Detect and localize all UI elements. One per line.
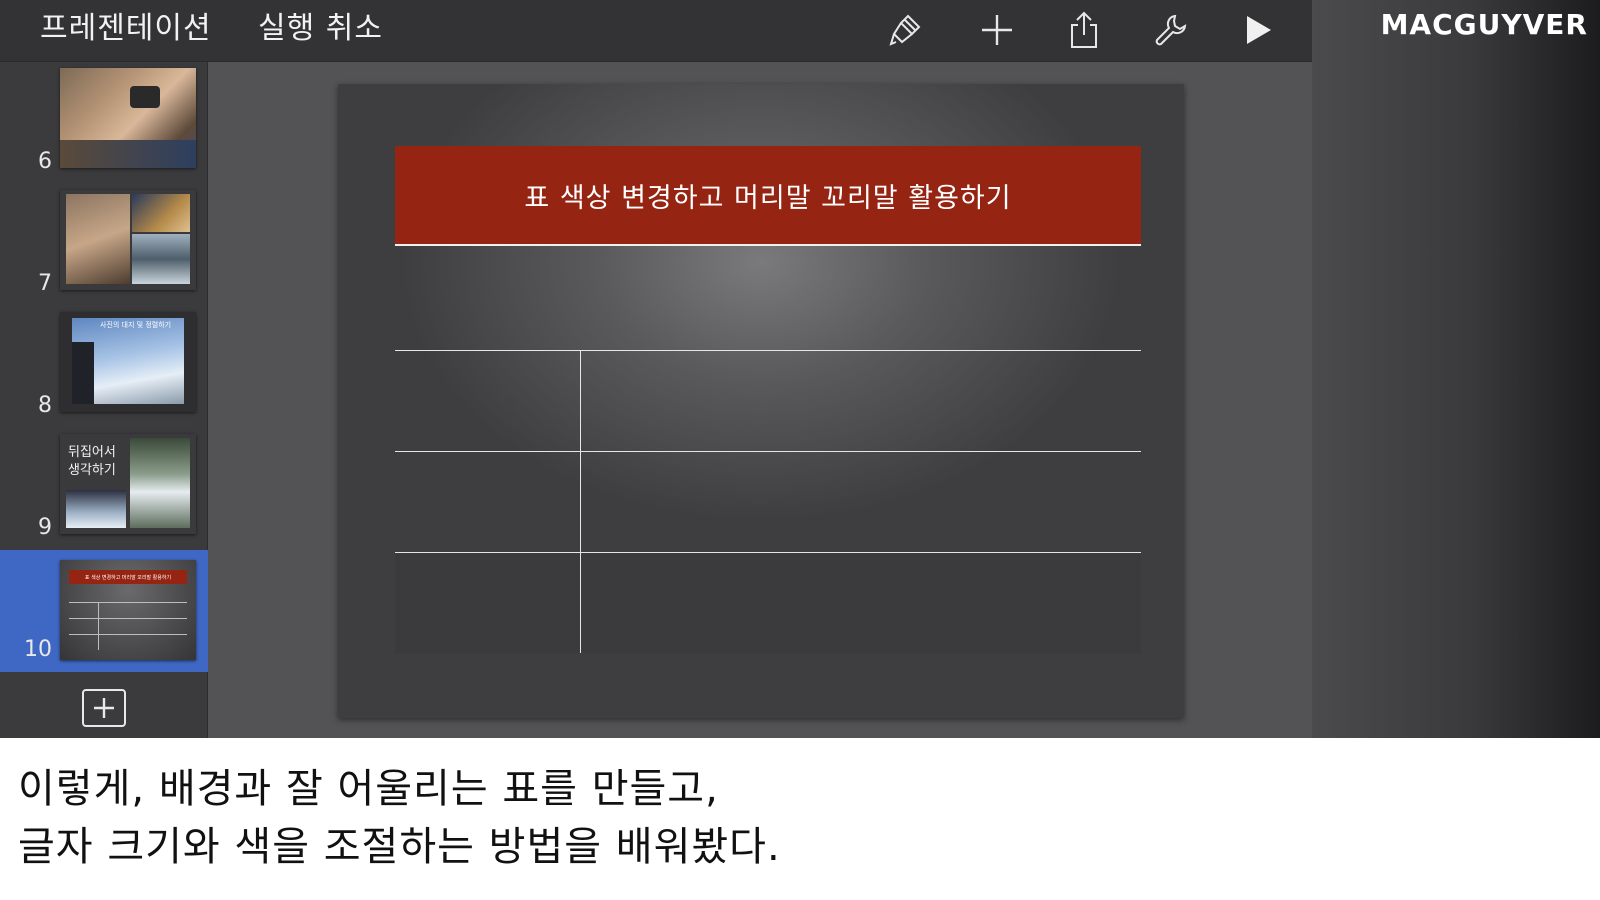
thumb-photo-tall xyxy=(130,438,190,528)
thumb-photo-left xyxy=(66,194,130,284)
table-cell[interactable] xyxy=(395,351,581,451)
plus-icon xyxy=(94,698,114,718)
table-row[interactable] xyxy=(395,552,1141,653)
presentation-button[interactable]: 프레젠테이션 xyxy=(40,10,212,48)
thumb-title: 사진의 대지 및 정렬하기 xyxy=(100,321,172,329)
keynote-app: 프레젠테이션 실행 취소 6 7 사진의 대지 및 정렬하기 8 뒤집어서 생각… xyxy=(0,0,1312,738)
table-cell[interactable] xyxy=(395,553,581,653)
add-icon[interactable] xyxy=(975,10,1019,50)
play-icon[interactable] xyxy=(1236,10,1280,50)
top-toolbar: 프레젠테이션 실행 취소 xyxy=(0,0,1312,62)
watch-shape xyxy=(130,86,160,108)
thumb-table-line xyxy=(69,618,187,619)
slide-thumbnail-10[interactable]: 표 색상 변경하고 머리말 꼬리말 활용하기 10 xyxy=(0,550,208,672)
slide-10-image: 표 색상 변경하고 머리말 꼬리말 활용하기 xyxy=(60,560,196,660)
thumb-title: 표 색상 변경하고 머리말 꼬리말 활용하기 xyxy=(84,574,172,581)
current-slide[interactable]: 표 색상 변경하고 머리말 꼬리말 활용하기 xyxy=(338,84,1184,718)
slide-9-image: 뒤집어서 생각하기 xyxy=(60,434,196,534)
slide-thumbnail-9[interactable]: 뒤집어서 생각하기 9 xyxy=(0,428,208,550)
brand-panel: MACGUYVER xyxy=(1312,0,1600,738)
slide-number: 6 xyxy=(38,149,52,174)
brand-watermark: MACGUYVER xyxy=(1380,8,1588,41)
subtitle-caption: 이렇게, 배경과 잘 어울리는 표를 만들고, 글자 크기와 색을 조절하는 방… xyxy=(18,760,1578,876)
share-icon[interactable] xyxy=(1062,10,1106,50)
thumb-detail xyxy=(60,140,196,168)
slide-table[interactable] xyxy=(395,350,1141,654)
screen: { "toolbar": { "presentation_label": "프레… xyxy=(0,0,1600,900)
format-brush-icon[interactable] xyxy=(884,10,928,50)
thumb-text-line1: 뒤집어서 xyxy=(68,445,116,460)
slide-number: 9 xyxy=(38,515,52,540)
slide-6-image xyxy=(60,68,196,168)
slide-number: 8 xyxy=(38,393,52,418)
slide-navigator: 6 7 사진의 대지 및 정렬하기 8 뒤집어서 생각하기 9 표 색상 변경하… xyxy=(0,62,208,738)
add-slide-button[interactable] xyxy=(82,689,126,727)
slide-thumbnail-8[interactable]: 사진의 대지 및 정렬하기 8 xyxy=(0,306,208,428)
slide-7-image xyxy=(60,190,196,290)
thumb-photo-top xyxy=(132,194,190,232)
caption-line-2: 글자 크기와 색을 조절하는 방법을 배워봤다. xyxy=(18,824,781,870)
thumb-table-line xyxy=(69,634,187,635)
caption-line-1: 이렇게, 배경과 잘 어울리는 표를 만들고, xyxy=(18,766,719,812)
table-row[interactable] xyxy=(395,350,1141,451)
table-cell[interactable] xyxy=(395,452,581,552)
thumb-table-line xyxy=(69,602,187,603)
slide-title-box[interactable]: 표 색상 변경하고 머리말 꼬리말 활용하기 xyxy=(395,146,1141,246)
slide-8-image: 사진의 대지 및 정렬하기 xyxy=(60,312,196,412)
slide-thumbnail-6[interactable]: 6 xyxy=(0,62,208,184)
slide-title: 표 색상 변경하고 머리말 꼬리말 활용하기 xyxy=(524,182,1012,214)
table-row[interactable] xyxy=(395,451,1141,552)
slide-canvas-area: 표 색상 변경하고 머리말 꼬리말 활용하기 xyxy=(208,62,1312,738)
table-cell[interactable] xyxy=(582,351,1141,451)
table-cell[interactable] xyxy=(582,452,1141,552)
thumb-building xyxy=(72,342,94,404)
wrench-icon[interactable] xyxy=(1149,10,1193,50)
thumb-table-divider xyxy=(98,602,99,650)
thumb-photo-small xyxy=(66,490,126,528)
undo-button[interactable]: 실행 취소 xyxy=(258,10,383,48)
thumb-photo-bottom xyxy=(132,234,190,284)
table-cell[interactable] xyxy=(582,553,1141,653)
thumb-text-line2: 생각하기 xyxy=(68,463,116,478)
slide-thumbnail-7[interactable]: 7 xyxy=(0,184,208,306)
thumb-title-bar: 표 색상 변경하고 머리말 꼬리말 활용하기 xyxy=(69,570,187,584)
slide-number: 10 xyxy=(24,637,52,662)
slide-number: 7 xyxy=(38,271,52,296)
